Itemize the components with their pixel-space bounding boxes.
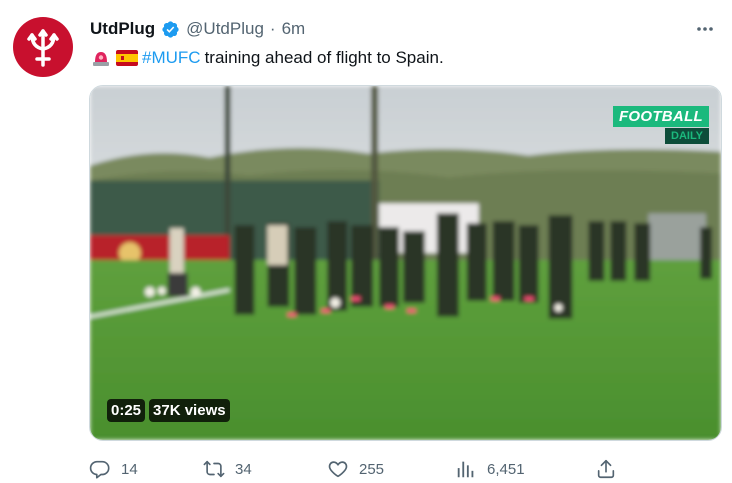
tweet-actions: 14 34 255 6,451 [89,455,629,483]
more-options-icon[interactable] [690,14,720,44]
views-button[interactable]: 6,451 [455,455,525,483]
spain-flag-emoji-icon [116,49,138,67]
analytics-icon [457,461,474,478]
video-player[interactable]: FOOTBALL DAILY 0:25 37K views [89,85,722,441]
hashtag-link[interactable]: #MUFC [142,48,201,68]
timestamp[interactable]: 6m [282,19,306,39]
avatar[interactable] [13,17,73,77]
tweet-body: training ahead of flight to Spain. [204,48,444,67]
trident-logo-icon [27,29,59,67]
reply-icon [89,460,110,479]
retweet-count: 34 [235,460,252,478]
reply-button[interactable]: 14 [89,455,138,483]
retweet-button[interactable]: 34 [203,455,252,483]
view-count: 6,451 [487,460,525,478]
reply-count: 14 [121,460,138,478]
football-daily-watermark: FOOTBALL DAILY [612,106,709,144]
retweet-icon [203,460,225,478]
watermark-bottom: DAILY [665,128,709,144]
share-button[interactable] [595,455,617,483]
separator-dot: · [269,19,276,38]
like-button[interactable]: 255 [327,455,384,483]
tweet-header: UtdPlug @UtdPlug · 6m [90,17,305,41]
verified-badge-icon [161,20,180,39]
siren-emoji-icon [90,49,112,67]
video-duration: 0:25 [107,399,146,422]
tweet-text: #MUFC training ahead of flight to Spain. [90,46,444,70]
video-meta: 0:25 37K views [107,399,230,422]
heart-icon [328,461,348,478]
handle[interactable]: @UtdPlug [186,19,264,39]
share-icon [597,459,615,479]
video-views: 37K views [149,399,230,422]
like-count: 255 [359,460,385,478]
display-name[interactable]: UtdPlug [90,19,155,39]
watermark-top: FOOTBALL [612,106,709,127]
